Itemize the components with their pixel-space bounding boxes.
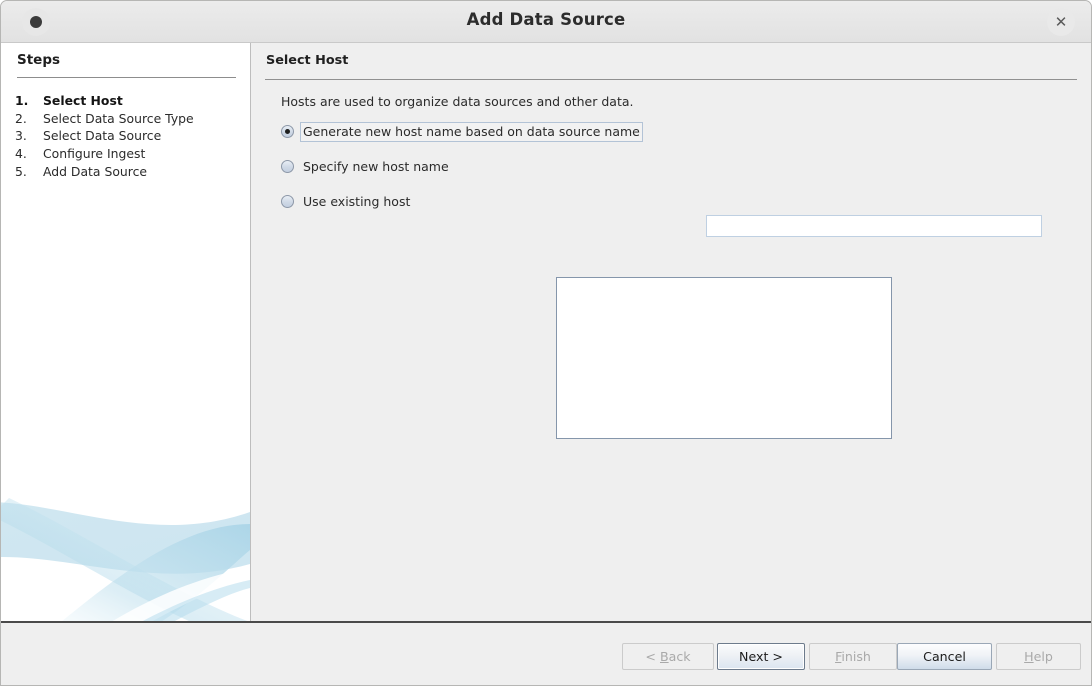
cancel-button-label: Cancel (923, 649, 966, 664)
cancel-button[interactable]: Cancel (897, 643, 992, 670)
radio-indicator-icon[interactable] (281, 125, 294, 138)
step-label: Select Data Source (43, 128, 162, 144)
description-text: Hosts are used to organize data sources … (281, 94, 634, 109)
step-label: Configure Ingest (43, 146, 146, 162)
step-number: 1. (15, 93, 29, 108)
radio-label[interactable]: Specify new host name (303, 159, 449, 174)
steps-pane: Steps 1. Select Host 2. Select Data Sour… (1, 43, 251, 622)
step-label: Add Data Source (43, 163, 148, 179)
help-button-label: Help (1024, 649, 1053, 664)
step-item-select-host: 1. Select Host (15, 93, 245, 111)
wizard-watermark-swoosh (1, 472, 250, 622)
step-item-select-data-source-type: 2. Select Data Source Type (15, 111, 245, 129)
back-button-label: < Back (645, 649, 691, 664)
page-title-rule (265, 79, 1077, 80)
radio-label[interactable]: Use existing host (303, 194, 410, 209)
step-label: Select Data Source Type (43, 110, 194, 126)
step-item-select-data-source: 3. Select Data Source (15, 128, 245, 146)
steps-list: 1. Select Host 2. Select Data Source Typ… (15, 93, 245, 181)
back-button[interactable]: < Back (622, 643, 714, 670)
step-number: 4. (15, 146, 27, 162)
close-icon[interactable]: ✕ (1047, 8, 1075, 36)
step-number: 3. (15, 128, 27, 144)
dialog-button-bar: < Back Next > Finish Cancel Help (1, 623, 1091, 685)
radio-indicator-icon[interactable] (281, 160, 294, 173)
step-item-add-data-source: 5. Add Data Source (15, 164, 245, 182)
step-number: 2. (15, 110, 27, 126)
radio-generate-host-name[interactable]: Generate new host name based on data sou… (281, 122, 643, 142)
next-button[interactable]: Next > (717, 643, 805, 670)
page-title: Select Host (266, 53, 349, 68)
steps-heading-rule (17, 77, 236, 78)
step-number: 5. (15, 163, 27, 179)
close-glyph: ✕ (1054, 12, 1068, 31)
dialog-title: Add Data Source (466, 10, 626, 29)
existing-hosts-listbox[interactable] (556, 277, 892, 439)
radio-label[interactable]: Generate new host name based on data sou… (300, 122, 643, 142)
dialog-titlebar: Add Data Source ✕ (1, 1, 1091, 43)
radio-indicator-icon[interactable] (281, 195, 294, 208)
add-data-source-dialog: Add Data Source ✕ Steps 1. Select Host 2… (0, 0, 1092, 686)
step-item-configure-ingest: 4. Configure Ingest (15, 146, 245, 164)
radio-specify-host-name[interactable]: Specify new host name (281, 159, 449, 174)
steps-heading: Steps (17, 52, 61, 68)
radio-use-existing-host[interactable]: Use existing host (281, 194, 410, 209)
step-label: Select Host (43, 93, 123, 108)
next-button-label: Next > (739, 649, 783, 664)
dialog-content: Steps 1. Select Host 2. Select Data Sour… (1, 43, 1091, 622)
main-pane: Select Host Hosts are used to organize d… (251, 43, 1091, 622)
help-button[interactable]: Help (996, 643, 1081, 670)
finish-button-label: Finish (835, 649, 871, 664)
finish-button[interactable]: Finish (809, 643, 897, 670)
host-name-input[interactable] (706, 215, 1042, 237)
